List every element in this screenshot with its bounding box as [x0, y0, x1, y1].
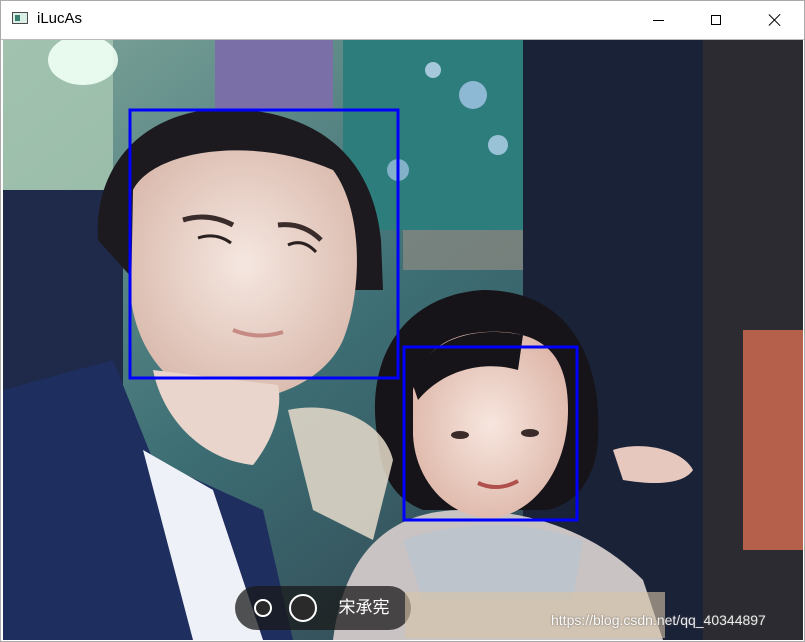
- maximize-button[interactable]: [687, 1, 745, 39]
- close-icon: [768, 13, 782, 27]
- minimize-icon: [652, 19, 664, 21]
- watermark-text: https://blog.csdn.net/qq_40344897: [551, 612, 766, 628]
- app-window-icon: [12, 12, 28, 24]
- girl-eye: [521, 429, 539, 437]
- camera-scene: [3, 40, 803, 640]
- poster-flower: [459, 81, 487, 109]
- poster-flower: [488, 135, 508, 155]
- close-button[interactable]: [746, 1, 804, 39]
- maximize-icon: [711, 15, 721, 25]
- counter-shelf: [403, 230, 533, 270]
- caption-dot-icon: [254, 599, 272, 617]
- window-title: iLucAs: [37, 10, 83, 27]
- video-frame: 宋承宪 https://blog.csdn.net/qq_40344897: [3, 40, 803, 640]
- girl-collar: [403, 525, 583, 600]
- poster-flower: [425, 62, 441, 78]
- purple-sign: [215, 40, 333, 110]
- caption-name: 宋承宪: [338, 598, 390, 617]
- red-bag: [743, 330, 803, 550]
- minimize-button[interactable]: [629, 1, 687, 39]
- girl-eye: [451, 431, 469, 439]
- man-face: [131, 150, 357, 401]
- title-bar[interactable]: iLucAs: [1, 1, 804, 40]
- app-window: iLucAs 宋承宪 https://blog.csdn.net/qq_4034…: [0, 0, 805, 642]
- caption-badge-icon: [289, 594, 317, 622]
